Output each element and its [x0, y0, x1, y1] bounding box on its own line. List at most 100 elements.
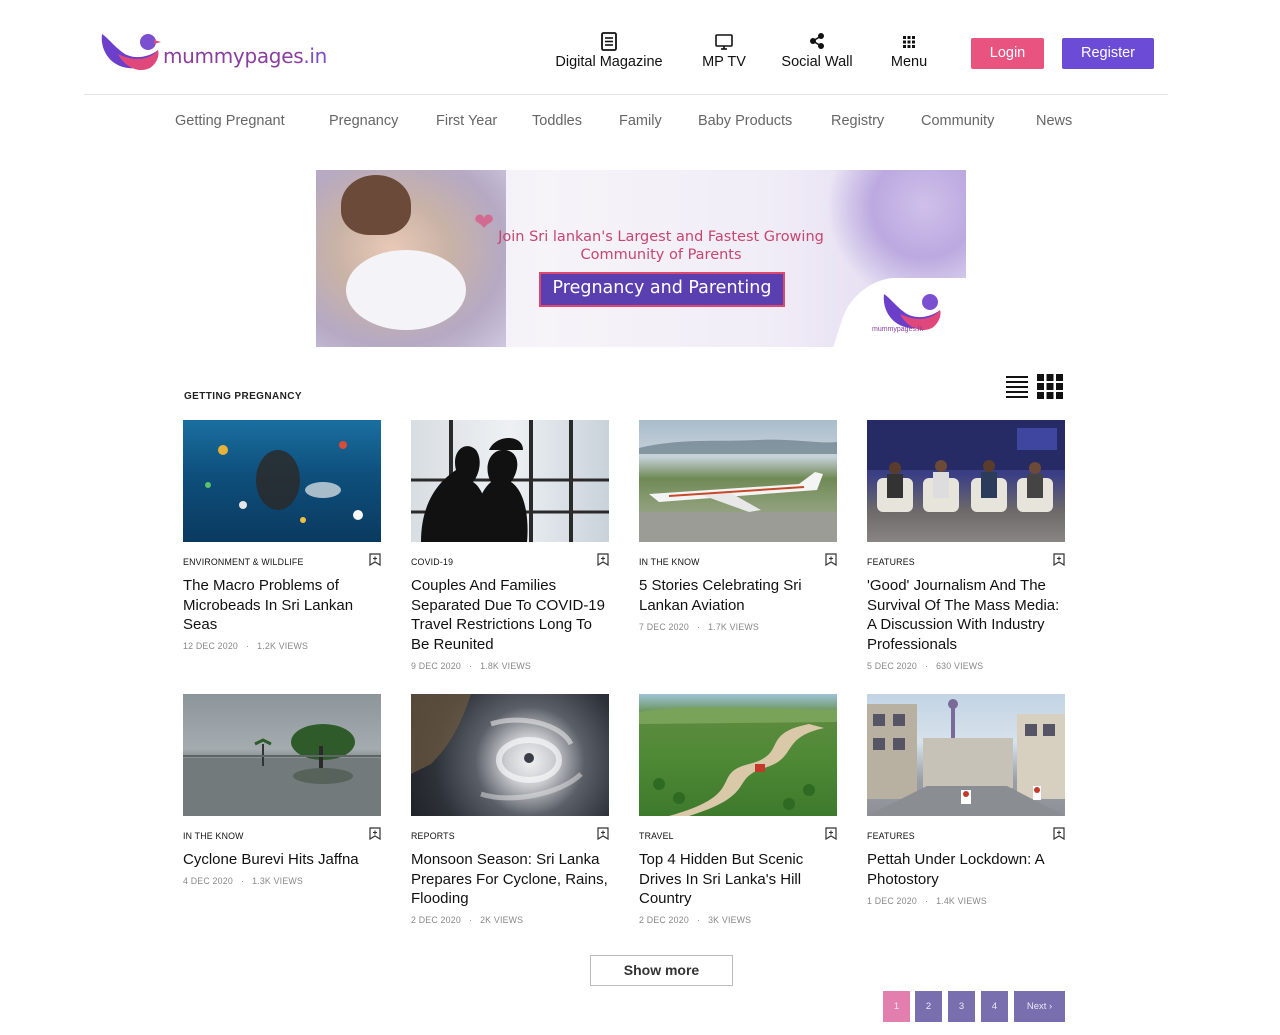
category-link-community[interactable]: Community [921, 113, 994, 129]
nav-mp-tv[interactable]: MP TV [696, 30, 752, 70]
bookmark-add-icon[interactable] [1053, 827, 1065, 840]
article-title[interactable]: Monsoon Season: Sri Lanka Prepares For C… [411, 850, 609, 909]
next-page-button[interactable]: Next › [1014, 991, 1065, 1022]
article-card[interactable]: FEATURES 'Good' Journalism And The Survi… [867, 420, 1065, 671]
category-nav: Getting Pregnant Pregnancy First Year To… [0, 113, 1280, 133]
show-more-button[interactable]: Show more [590, 955, 733, 986]
article-category[interactable]: FEATURES [867, 557, 915, 567]
banner-decoration [826, 170, 966, 290]
category-link-news[interactable]: News [1036, 113, 1072, 129]
article-image[interactable] [411, 694, 609, 816]
article-image[interactable] [867, 694, 1065, 816]
article-card[interactable]: FEATURES Pettah Under Lockdown: A Photos… [867, 694, 1065, 906]
category-link-baby-products[interactable]: Baby Products [698, 113, 792, 129]
banner-corner-logo-text: mummypages.lk [872, 326, 923, 333]
article-meta: 12 DEC 2020 · 1.2K VIEWS [183, 641, 309, 651]
article-image[interactable] [639, 694, 837, 816]
article-date: 9 DEC 2020 [411, 661, 461, 671]
article-date: 2 DEC 2020 [639, 915, 689, 925]
article-title[interactable]: The Macro Problems of Microbeads In Sri … [183, 576, 381, 635]
article-date: 12 DEC 2020 [183, 641, 239, 651]
nav-menu[interactable]: Menu [884, 30, 934, 70]
article-card[interactable]: ENVIRONMENT & WILDLIFE The Macro Problem… [183, 420, 381, 651]
article-views: 1.7K VIEWS [708, 622, 759, 632]
bookmark-add-icon[interactable] [825, 827, 837, 840]
category-link-pregnancy[interactable]: Pregnancy [329, 113, 398, 129]
article-date: 5 DEC 2020 [867, 661, 917, 671]
bookmark-add-icon[interactable] [369, 553, 381, 566]
article-card[interactable]: TRAVEL Top 4 Hidden But Scenic Drives In… [639, 694, 837, 925]
article-meta: 5 DEC 2020 · 630 VIEWS [867, 661, 984, 671]
nav-label: Digital Magazine [555, 54, 663, 70]
login-button[interactable]: Login [971, 38, 1044, 69]
page-button-1[interactable]: 1 [883, 991, 910, 1022]
register-button[interactable]: Register [1062, 38, 1154, 69]
site-header: mummypages.in Digital Magazine MP TV Soc… [84, 0, 1168, 95]
article-title[interactable]: 'Good' Journalism And The Survival Of Th… [867, 576, 1065, 655]
nav-social-wall[interactable]: Social Wall [776, 30, 858, 70]
page-button-2[interactable]: 2 [915, 991, 942, 1022]
article-meta: 9 DEC 2020 · 1.8K VIEWS [411, 661, 531, 671]
bookmark-add-icon[interactable] [597, 553, 609, 566]
article-category[interactable]: IN THE KNOW [639, 557, 700, 567]
article-card[interactable]: REPORTS Monsoon Season: Sri Lanka Prepar… [411, 694, 609, 925]
article-card[interactable]: IN THE KNOW 5 Stories Celebrating Sri La… [639, 420, 837, 632]
article-title[interactable]: Cyclone Burevi Hits Jaffna [183, 850, 381, 870]
promo-banner[interactable]: ❤ Join Sri lankan's Largest and Fastest … [316, 170, 966, 347]
category-link-family[interactable]: Family [619, 113, 662, 129]
article-image[interactable] [183, 694, 381, 816]
site-logo[interactable]: mummypages.in [98, 28, 327, 78]
article-card[interactable]: IN THE KNOW Cyclone Burevi Hits Jaffna 4… [183, 694, 381, 886]
banner-tagline: Join Sri lankan's Largest and Fastest Gr… [486, 228, 836, 264]
article-category[interactable]: FEATURES [867, 831, 915, 841]
category-link-toddles[interactable]: Toddles [532, 113, 582, 129]
bookmark-add-icon[interactable] [369, 827, 381, 840]
article-title[interactable]: Couples And Families Separated Due To CO… [411, 576, 609, 655]
nav-digital-magazine[interactable]: Digital Magazine [550, 30, 668, 70]
article-title[interactable]: 5 Stories Celebrating Sri Lankan Aviatio… [639, 576, 837, 615]
article-date: 7 DEC 2020 [639, 622, 689, 632]
article-views: 3K VIEWS [708, 915, 752, 925]
logo-wordmark: mummypages.in [163, 44, 327, 68]
category-link-first-year[interactable]: First Year [436, 113, 497, 129]
monitor-icon [715, 34, 733, 50]
article-meta: 2 DEC 2020 · 2K VIEWS [411, 915, 524, 925]
list-view-icon[interactable] [1004, 373, 1030, 399]
article-category[interactable]: ENVIRONMENT & WILDLIFE [183, 557, 304, 567]
article-title[interactable]: Pettah Under Lockdown: A Photostory [867, 850, 1065, 889]
article-image[interactable] [411, 420, 609, 542]
article-meta: 7 DEC 2020 · 1.7K VIEWS [639, 622, 759, 632]
article-image[interactable] [183, 420, 381, 542]
article-category[interactable]: COVID-19 [411, 557, 453, 567]
view-toggles [1004, 372, 1068, 400]
category-link-getting-pregnant[interactable]: Getting Pregnant [175, 113, 285, 129]
grid-view-icon[interactable] [1036, 372, 1064, 400]
bookmark-add-icon[interactable] [1053, 553, 1065, 566]
category-link-registry[interactable]: Registry [831, 113, 884, 129]
article-category[interactable]: TRAVEL [639, 831, 674, 841]
logo-name: mummypages [163, 44, 304, 68]
share-icon [810, 33, 824, 49]
article-title[interactable]: Top 4 Hidden But Scenic Drives In Sri La… [639, 850, 837, 909]
article-meta: 2 DEC 2020 · 3K VIEWS [639, 915, 752, 925]
banner-tagline-line2: Community of Parents [580, 247, 742, 263]
article-card[interactable]: COVID-19 Couples And Families Separated … [411, 420, 609, 671]
article-views: 2K VIEWS [480, 915, 524, 925]
article-image[interactable] [867, 420, 1065, 542]
grid-menu-icon [903, 36, 915, 48]
page-button-3[interactable]: 3 [948, 991, 975, 1022]
article-meta: 1 DEC 2020 · 1.4K VIEWS [867, 896, 987, 906]
document-icon [601, 32, 617, 51]
page-button-4[interactable]: 4 [981, 991, 1008, 1022]
bookmark-add-icon[interactable] [825, 553, 837, 566]
nav-label: Menu [890, 54, 928, 70]
article-views: 1.4K VIEWS [936, 896, 987, 906]
article-category[interactable]: REPORTS [411, 831, 455, 841]
mother-baby-photo [316, 170, 506, 347]
bookmark-add-icon[interactable] [597, 827, 609, 840]
article-image[interactable] [639, 420, 837, 542]
banner-box-title: Pregnancy and Parenting [539, 272, 785, 307]
article-views: 1.3K VIEWS [252, 876, 303, 886]
article-category[interactable]: IN THE KNOW [183, 831, 244, 841]
nav-label: MP TV [702, 54, 746, 70]
